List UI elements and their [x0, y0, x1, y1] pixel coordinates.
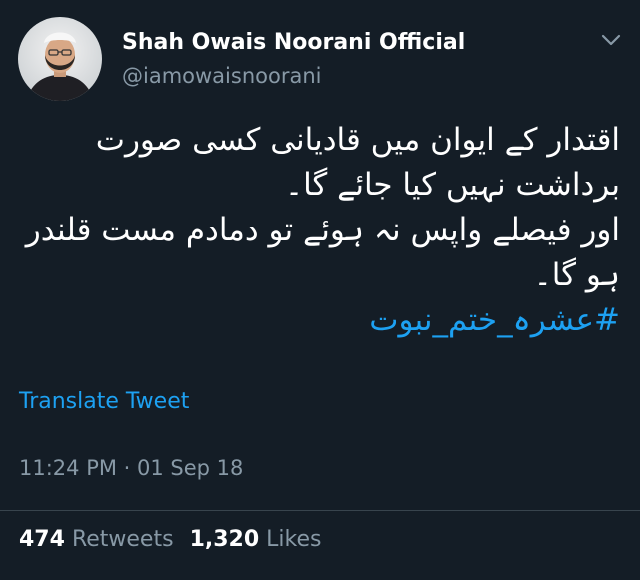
display-name[interactable]: Shah Owais Noorani Official	[122, 30, 465, 55]
chevron-down-icon	[601, 34, 621, 46]
divider	[0, 510, 640, 511]
tweet-menu-button[interactable]	[598, 30, 624, 50]
likes-count: 1,320	[189, 527, 260, 552]
tweet-timestamp[interactable]: 11:24 PM · 01 Sep 18	[19, 456, 243, 480]
tweet-text-line: اقتدار کے ایوان میں قادیانی کسی صورت برد…	[95, 122, 620, 203]
retweets-stat[interactable]: 474 Retweets	[19, 527, 174, 552]
retweets-label: Retweets	[71, 527, 174, 552]
profile-photo-icon	[18, 17, 102, 101]
likes-stat[interactable]: 1,320 Likes	[190, 527, 322, 552]
likes-label: Likes	[266, 527, 322, 552]
translate-tweet-link[interactable]: Translate Tweet	[19, 389, 189, 414]
avatar[interactable]	[18, 17, 102, 101]
tweet-text: اقتدار کے ایوان میں قادیانی کسی صورت برد…	[20, 118, 620, 343]
user-handle[interactable]: @iamowaisnoorani	[122, 64, 321, 88]
tweet-stats: 474 Retweets 1,320 Likes	[19, 527, 321, 552]
hashtag-link[interactable]: #عشرہ_ختم_نبوت	[369, 302, 620, 338]
tweet-text-line: اور فیصلے واپس نہ ہوئے تو دمادم مست قلند…	[25, 212, 620, 293]
tweet-detail: Shah Owais Noorani Official @iamowaisnoo…	[0, 0, 640, 580]
retweets-count: 474	[19, 527, 65, 552]
